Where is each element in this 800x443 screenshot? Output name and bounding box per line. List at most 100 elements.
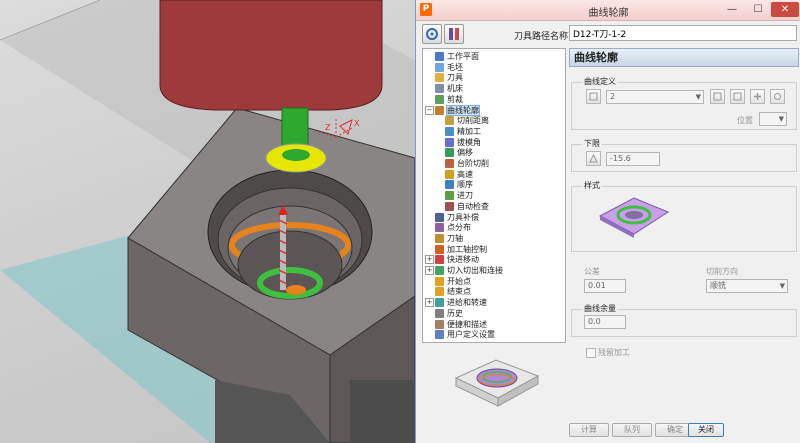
tree-expander[interactable]: + (425, 298, 434, 308)
rapid-move-icon (435, 255, 444, 265)
options-curve-button[interactable] (770, 89, 785, 104)
draft-angle-icon (445, 137, 454, 147)
pick-lower-limit-button[interactable] (586, 151, 601, 166)
tree-expander[interactable]: − (425, 105, 434, 115)
add-curve-button[interactable] (750, 89, 765, 104)
tree-expander[interactable]: + (425, 255, 434, 265)
tree-item[interactable]: 加工轴控制 (435, 244, 487, 255)
edit-curve-button[interactable] (710, 89, 725, 104)
minimize-button[interactable]: — (720, 2, 744, 17)
axis-control-icon (435, 244, 444, 254)
toolpath-icon (449, 28, 459, 40)
tree-item-label: 工作平面 (447, 52, 479, 61)
curve-profile-dialog: P 曲线轮廓 — ☐ ✕ 刀具路径名称 工作平面毛坯刀具机床剪裁曲线轮廓 − 切削距… (415, 0, 800, 443)
curve-tool-icon (733, 92, 742, 101)
tree-item[interactable]: 结束点 (435, 286, 471, 297)
cut-direction-label: 切削方向 (706, 267, 738, 276)
title-bar[interactable]: P 曲线轮廓 — ☐ ✕ (416, 0, 800, 21)
tree-expander[interactable]: + (425, 266, 434, 275)
close-window-button[interactable]: ✕ (771, 2, 799, 17)
plunge-icon (445, 191, 454, 201)
tree-item[interactable]: 剪裁 (435, 94, 463, 105)
settings-tree[interactable]: 工作平面 毛坯 刀具 机床 剪裁 曲线轮廓 − 切削距离 精加工 拔模角 偏移 台阶切削 高速 顺序 进刀自… (422, 48, 566, 343)
tree-item-label: 进给和转速 (447, 298, 487, 308)
toolpath-list-button[interactable] (444, 24, 464, 44)
tree-item-label: 刀轴 (447, 233, 463, 243)
axis-z-label: Z (325, 123, 331, 132)
tree-item-label: 刀具 (447, 73, 463, 83)
cut-distance-icon (445, 116, 454, 126)
curve-stock-input[interactable]: 0.0 (584, 315, 626, 329)
tree-item-label: 历史 (447, 308, 463, 318)
cut-direction-value: 顺铣 (710, 281, 726, 290)
maximize-button[interactable]: ☐ (746, 2, 770, 17)
tree-item-label: 切削距离 (457, 116, 489, 126)
path-name-label: 刀具路径名称 (514, 32, 569, 42)
tree-item[interactable]: 高速 (445, 169, 473, 180)
high-speed-icon (445, 169, 454, 179)
axis-x-label: X (354, 119, 360, 128)
tree-item[interactable]: 进给和转速 (435, 297, 487, 308)
position-label: 位置 (737, 116, 753, 125)
curve-dropdown[interactable]: 2 ▼ (606, 90, 704, 104)
tree-item-label: 曲线轮廓 (446, 104, 480, 116)
calculate-button[interactable]: 计算 (569, 423, 609, 437)
cut-direction-dropdown[interactable]: 顺铣 ▼ (706, 279, 788, 293)
edit-curve-icon (713, 92, 722, 101)
user-settings-icon (435, 330, 444, 340)
3d-viewport[interactable]: Z X (0, 0, 415, 443)
start-point-icon (435, 276, 444, 286)
curve-value: 2 (610, 92, 616, 101)
tree-item[interactable]: 切削距离 (445, 115, 489, 126)
tree-item[interactable]: 精加工 (445, 126, 481, 137)
tree-item[interactable]: 曲线轮廓 (435, 104, 480, 116)
lower-limit-input[interactable]: -15.6 (606, 152, 660, 166)
flower-icon (426, 28, 438, 40)
tree-item[interactable]: 用户定义设置 (435, 329, 495, 340)
curve-definition-label: 曲线定义 (582, 76, 618, 87)
leave-machining-checkbox[interactable] (586, 348, 596, 358)
tree-item-label: 拔模角 (457, 137, 481, 147)
tree-item[interactable]: 自动检查 (445, 201, 489, 212)
tree-item[interactable]: 刀具 (435, 72, 463, 83)
tree-item-label: 毛坯 (447, 62, 463, 72)
chevron-down-icon: ▼ (779, 282, 785, 290)
curve-stock-label: 曲线余量 (582, 303, 618, 314)
curve-tool-button[interactable] (730, 89, 745, 104)
select-curve-button[interactable] (586, 89, 601, 104)
style-preview-image (598, 197, 670, 238)
machining-scene: Z X (0, 0, 415, 443)
position-dropdown[interactable]: ▼ (759, 112, 787, 126)
lower-limit-label: 下限 (582, 138, 602, 149)
stock-icon (435, 62, 444, 72)
queue-button[interactable]: 队列 (612, 423, 652, 437)
plus-icon (754, 93, 761, 100)
tree-item[interactable]: 偏移 (445, 147, 473, 158)
path-name-input[interactable] (569, 25, 797, 41)
tree-item[interactable]: 顺序 (445, 179, 473, 190)
tree-item[interactable]: 开始点 (435, 276, 471, 287)
close-button[interactable]: 关闭 (688, 423, 724, 437)
tree-item-label: 高速 (457, 169, 473, 179)
lead-link-icon (435, 266, 444, 275)
tree-item[interactable]: 刀轴 (435, 233, 463, 244)
toolpath-settings-button[interactable] (422, 24, 442, 44)
tree-item[interactable]: 历史 (435, 308, 463, 319)
tree-item[interactable]: 工作平面 (435, 51, 479, 62)
tree-item[interactable]: 拔模角 (445, 137, 481, 148)
tree-item[interactable]: 机床 (435, 83, 463, 94)
tree-item-label: 机床 (447, 84, 463, 94)
tree-item[interactable]: 刀具补偿 (435, 212, 479, 223)
tree-item-label: 刀具补偿 (447, 212, 479, 222)
tree-item[interactable]: 点分布 (435, 222, 471, 233)
tree-item[interactable]: 进刀 (445, 190, 473, 201)
tree-item[interactable]: 台阶切削 (445, 158, 489, 169)
tolerance-input[interactable]: 0.01 (584, 279, 626, 293)
tree-item[interactable]: 切入切出和连接 (435, 265, 503, 276)
offset-icon (445, 148, 454, 158)
tree-item-label: 开始点 (447, 276, 471, 286)
tree-item[interactable]: 快进移动 (435, 254, 479, 265)
tree-item[interactable]: 便捷和描述 (435, 319, 487, 330)
tree-item[interactable]: 毛坯 (435, 62, 463, 73)
order-icon (445, 180, 454, 190)
